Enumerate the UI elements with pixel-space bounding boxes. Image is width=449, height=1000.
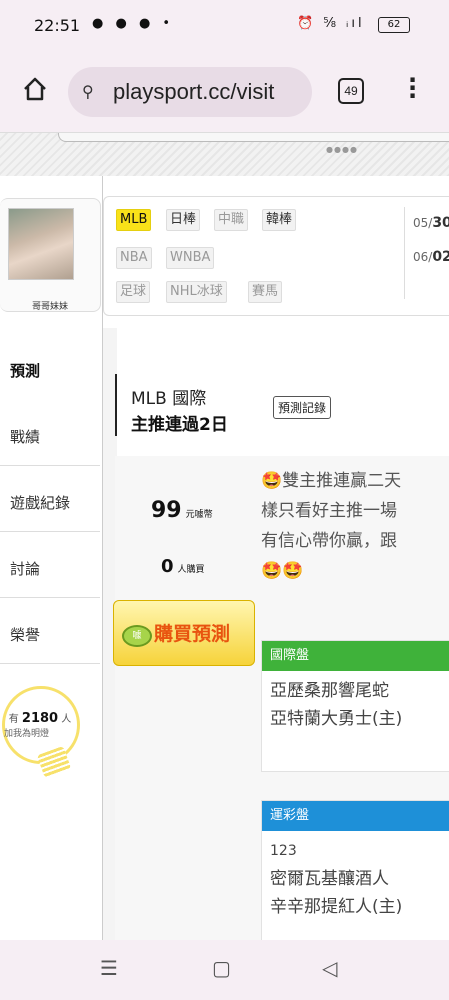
market-body: 亞歷桑那響尾蛇 亞特蘭大勇士(主) (262, 671, 449, 739)
home-nav-icon[interactable]: ▢ (212, 956, 231, 980)
fan-suffix: 人 (61, 714, 72, 725)
recent-apps-icon[interactable]: ☰ (100, 956, 118, 980)
url-text[interactable]: playsport.cc/visit (113, 79, 274, 105)
price: 99 元噱幣 (151, 498, 213, 523)
filter-nhl[interactable]: NHL冰球 (166, 281, 227, 303)
main-content: MLB 日棒 中職 韓棒 NBA WNBA 足球 NHL冰球 賽馬 05/30 … (102, 176, 449, 942)
prediction-card: 99 元噱幣 0 人購買 噱 購買預測 🤩雙主推連贏二天 樣只看好主推一場 有信心帶… (113, 456, 449, 942)
date-day: 30 (432, 215, 449, 231)
buyer-unit: 人購買 (177, 565, 205, 575)
more-menu-icon[interactable]: · · · (408, 68, 417, 108)
profile-card[interactable]: 哥哥妹妹 (0, 198, 101, 312)
sidebar-item-record[interactable]: 戰績 (0, 400, 100, 466)
sidebar-item-honors[interactable]: 榮譽 (0, 598, 100, 664)
back-icon[interactable]: ◁ (322, 956, 337, 980)
avatar[interactable] (8, 208, 74, 280)
filter-npb[interactable]: 日棒 (166, 209, 201, 231)
filter-horse-racing[interactable]: 賽馬 (248, 281, 283, 303)
carousel-dots[interactable]: ●●●● (326, 145, 358, 154)
filter-wnba[interactable]: WNBA (166, 247, 215, 269)
system-icons: ⏰ ⅝ ᵢıl (297, 16, 365, 31)
league-title: MLB 國際 (131, 389, 207, 409)
fan-number: 2180 (21, 711, 59, 726)
follow-label[interactable]: 加我為明燈 (4, 726, 49, 739)
home-team: 辛辛那提紅人(主) (270, 897, 403, 917)
filter-soccer[interactable]: 足球 (116, 281, 151, 303)
buyer-count: 0 人購買 (161, 556, 205, 577)
battery-icon: 62 (378, 17, 410, 33)
description-line: 🤩雙主推連贏二天 (261, 471, 402, 491)
sidebar-item-predictions[interactable]: 預測 (0, 334, 100, 400)
market-header: 國際盤 (262, 641, 449, 671)
market-card-lottery: 運彩盤 123 密爾瓦基釀酒人 辛辛那提紅人(主) (261, 800, 449, 942)
profile-name: 哥哥妹妹 (31, 302, 68, 312)
prediction-description: 🤩雙主推連贏二天 樣只看好主推一場 有信心帶你贏，跟 🤩🤩 (261, 466, 449, 586)
price-unit: 元噱幣 (185, 510, 213, 520)
system-nav-bar: ☰ ▢ ◁ (0, 940, 449, 1000)
away-team: 密爾瓦基釀酒人 (270, 869, 389, 889)
buy-prediction-button[interactable]: 噱 購買預測 (113, 600, 255, 666)
prediction-title-box: MLB 國際 主推連過2日 預測記錄 (115, 374, 449, 436)
tab-switcher-button[interactable]: 49 (338, 78, 364, 104)
streak-title: 主推連過2日 (131, 415, 228, 435)
buy-prediction-label[interactable]: 購買預測 (154, 619, 230, 646)
address-bar[interactable]: ⚲ playsport.cc/visit (68, 67, 312, 117)
notification-icons: ● ● ● • (92, 16, 175, 31)
game-code: 123 (270, 843, 297, 859)
banner-tab (58, 133, 449, 142)
sidebar-item-discussion[interactable]: 討論 (0, 532, 100, 598)
date-day: 02 (432, 249, 449, 265)
sidebar: 哥哥妹妹 預測 戰績 遊戲紀錄 討論 榮譽 有 2180 人 加我為明燈 (0, 176, 102, 940)
price-value: 99 (151, 498, 182, 523)
away-team: 亞歷桑那響尾蛇 (270, 681, 389, 701)
site-settings-icon[interactable]: ⚲ (82, 82, 94, 101)
description-line: 樣只看好主推一場 (261, 501, 397, 521)
date-list: 05/30 06/02 (404, 207, 449, 299)
home-icon[interactable] (22, 76, 48, 102)
browser-toolbar: ⚲ playsport.cc/visit 49 · · · (0, 52, 449, 132)
filter-cpbl[interactable]: 中職 (214, 209, 249, 231)
filter-mlb[interactable]: MLB (116, 209, 152, 231)
date-item[interactable]: 06/02 (413, 249, 449, 265)
clock: 22:51 (34, 16, 81, 35)
sidebar-item-game-history[interactable]: 遊戲紀錄 (0, 466, 100, 532)
buyer-value: 0 (161, 556, 174, 577)
description-line: 🤩🤩 (261, 561, 304, 581)
market-header: 運彩盤 (262, 801, 449, 831)
league-filter-panel: MLB 日棒 中職 韓棒 NBA WNBA 足球 NHL冰球 賽馬 05/30 … (103, 196, 449, 316)
status-bar: 22:51 ● ● ● • ⏰ ⅝ ᵢıl 62 (0, 0, 449, 52)
date-month: 06/ (413, 250, 433, 264)
fan-prefix: 有 (8, 714, 19, 725)
prediction-record-button[interactable]: 預測記錄 (273, 396, 332, 419)
filter-nba[interactable]: NBA (116, 247, 152, 269)
date-month: 05/ (413, 216, 433, 230)
fan-count: 有 2180 人 (0, 710, 80, 726)
market-card-international: 國際盤 亞歷桑那響尾蛇 亞特蘭大勇士(主) (261, 640, 449, 772)
market-body: 123 密爾瓦基釀酒人 辛辛那提紅人(主) (262, 831, 449, 927)
header-banner: ●●●● (0, 132, 449, 178)
home-team: 亞特蘭大勇士(主) (270, 709, 403, 729)
description-line: 有信心帶你贏，跟 (261, 531, 397, 551)
filter-kbo[interactable]: 韓棒 (262, 209, 297, 231)
date-item[interactable]: 05/30 (413, 215, 449, 231)
coin-icon: 噱 (122, 625, 152, 647)
